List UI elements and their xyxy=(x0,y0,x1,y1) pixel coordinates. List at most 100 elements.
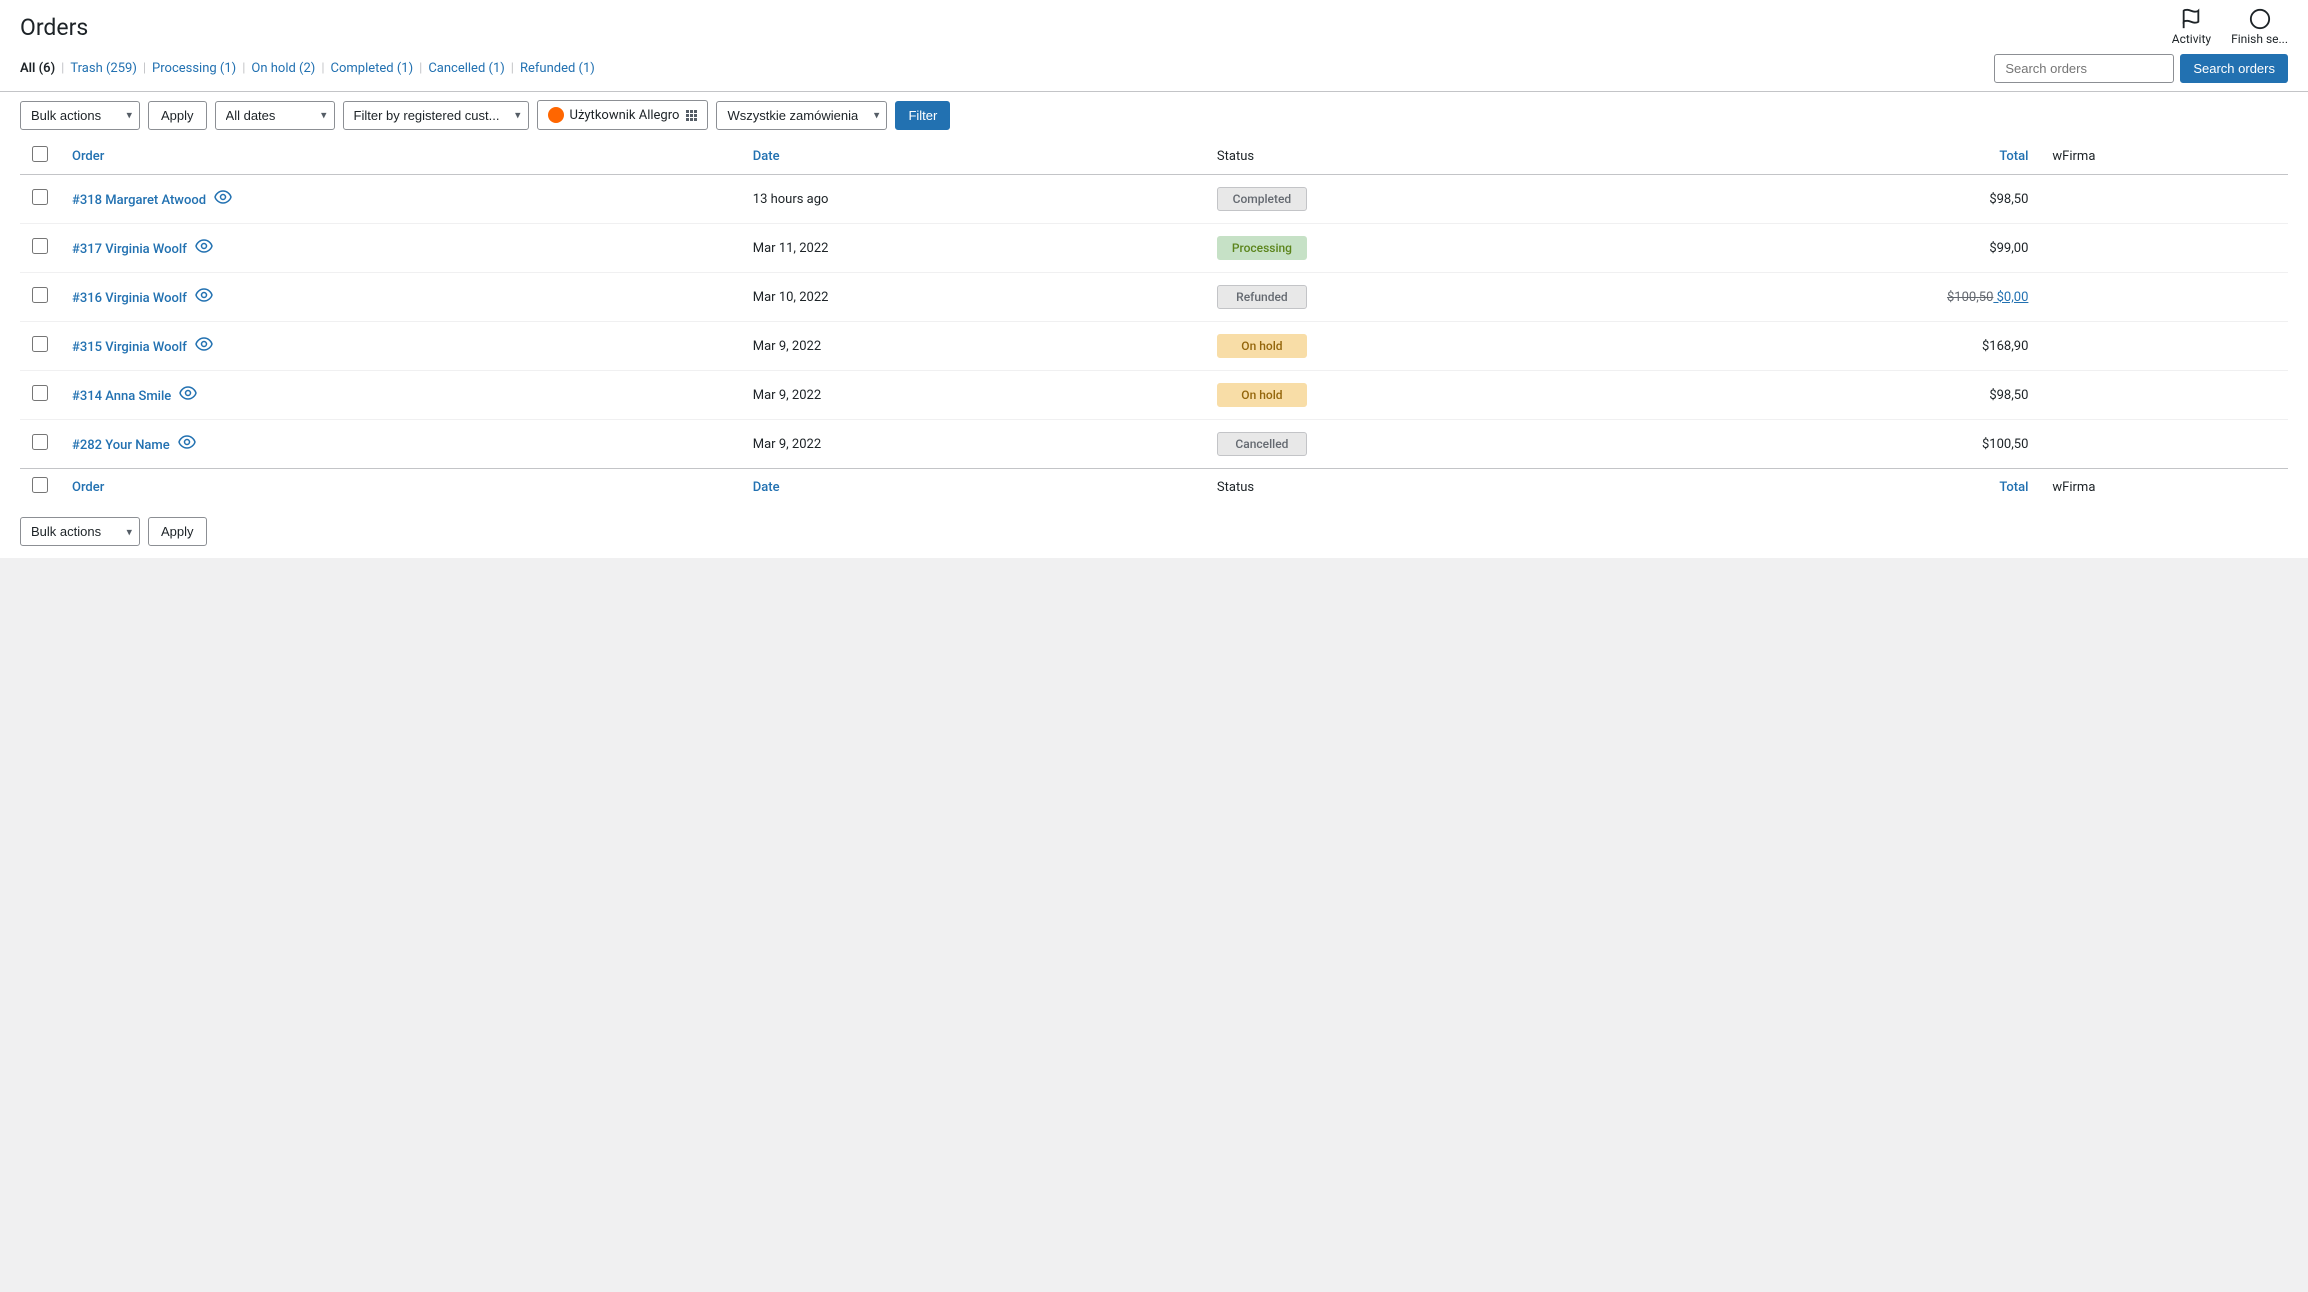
row-checkbox[interactable] xyxy=(32,434,48,450)
row-checkbox-cell xyxy=(20,322,60,371)
footer-order-link[interactable]: Order xyxy=(72,480,104,495)
status-badge: On hold xyxy=(1217,383,1307,407)
total-header-link[interactable]: Total xyxy=(1999,149,2028,164)
order-link[interactable]: #282 Your Name xyxy=(72,438,170,453)
order-cell: #316 Virginia Woolf xyxy=(60,273,741,322)
table-row: #317 Virginia WoolfMar 11, 2022Processin… xyxy=(20,224,2288,273)
row-checkbox-cell xyxy=(20,371,60,420)
date-cell: Mar 9, 2022 xyxy=(741,371,1205,420)
all-dates-select[interactable]: All dates xyxy=(215,101,335,130)
activity-button[interactable]: Activity xyxy=(2172,8,2211,46)
table-header-row: Order Date Status Total wFirma xyxy=(20,138,2288,175)
search-input[interactable] xyxy=(1994,54,2174,83)
finish-setup-button[interactable]: Finish se... xyxy=(2231,8,2288,46)
order-link[interactable]: #314 Anna Smile xyxy=(72,389,171,404)
view-order-icon[interactable] xyxy=(214,190,232,208)
total-cell: $100,50 $0,00 xyxy=(1669,273,2040,322)
total-cell: $100,50 xyxy=(1669,420,2040,469)
row-checkbox[interactable] xyxy=(32,189,48,205)
row-checkbox[interactable] xyxy=(32,336,48,352)
date-cell: Mar 10, 2022 xyxy=(741,273,1205,322)
filter-link-trash[interactable]: Trash (259) xyxy=(70,61,137,76)
footer-col-date[interactable]: Date xyxy=(741,469,1205,506)
table-row: #318 Margaret Atwood 13 hours ago Complete… xyxy=(20,175,2288,224)
filter-link-on-hold[interactable]: On hold (2) xyxy=(251,61,315,76)
total-original: $100,50 xyxy=(1947,290,1993,305)
status-cell: Cancelled xyxy=(1205,420,1669,469)
status-badge: Completed xyxy=(1217,187,1307,211)
filter-links: All (6) | Trash (259) | Processing (1) |… xyxy=(20,54,2288,83)
orders-tbody: #318 Margaret Atwood 13 hours ago Complete… xyxy=(20,175,2288,469)
wszystkie-select[interactable]: Wszystkie zamówienia xyxy=(716,101,887,130)
date-cell: Mar 11, 2022 xyxy=(741,224,1205,273)
allegro-selector[interactable]: Użytkownik Allegro xyxy=(537,100,709,130)
bulk-actions-wrapper: Bulk actions xyxy=(20,101,140,130)
separator-3: | xyxy=(242,61,245,76)
filter-link-completed[interactable]: Completed (1) xyxy=(331,61,414,76)
orders-table-container: Order Date Status Total wFirma #318 Marg… xyxy=(0,138,2308,505)
separator-2: | xyxy=(143,61,146,76)
view-order-icon[interactable] xyxy=(195,337,213,355)
page-header: Orders Activity Finish se... xyxy=(0,0,2308,54)
bulk-actions-bottom-wrapper: Bulk actions xyxy=(20,517,140,546)
order-link[interactable]: #317 Virginia Woolf xyxy=(72,242,187,257)
filter-link-cancelled[interactable]: Cancelled (1) xyxy=(428,61,504,76)
status-cell: Refunded xyxy=(1205,273,1669,322)
row-checkbox-cell xyxy=(20,175,60,224)
footer-col-total[interactable]: Total xyxy=(1669,469,2040,506)
view-order-icon[interactable] xyxy=(178,435,196,453)
apply-button-top[interactable]: Apply xyxy=(148,101,207,130)
filter-link-refunded[interactable]: Refunded (1) xyxy=(520,61,595,76)
date-header-link[interactable]: Date xyxy=(753,149,780,164)
filter-link-processing[interactable]: Processing (1) xyxy=(152,61,236,76)
status-badge: Refunded xyxy=(1217,285,1307,309)
customer-filter-select[interactable]: Filter by registered cust... xyxy=(343,101,529,130)
wfirma-cell xyxy=(2040,175,2288,224)
footer-col-wfirma: wFirma xyxy=(2040,469,2288,506)
view-order-icon[interactable] xyxy=(195,288,213,306)
footer-select-all-checkbox[interactable] xyxy=(32,477,48,493)
col-header-total[interactable]: Total xyxy=(1669,138,2040,175)
footer-col-order[interactable]: Order xyxy=(60,469,741,506)
status-cell: Completed xyxy=(1205,175,1669,224)
row-checkbox[interactable] xyxy=(32,385,48,401)
select-all-checkbox[interactable] xyxy=(32,146,48,162)
view-order-icon[interactable] xyxy=(195,239,213,257)
order-cell: #318 Margaret Atwood xyxy=(60,175,741,224)
view-order-icon[interactable] xyxy=(179,386,197,404)
grid-icon xyxy=(685,109,697,121)
status-cell: On hold xyxy=(1205,371,1669,420)
order-link[interactable]: #316 Virginia Woolf xyxy=(72,291,187,306)
apply-button-bottom[interactable]: Apply xyxy=(148,517,207,546)
total-cell: $99,00 xyxy=(1669,224,2040,273)
filter-button[interactable]: Filter xyxy=(895,101,950,130)
bulk-actions-bottom-select[interactable]: Bulk actions xyxy=(20,517,140,546)
page-title: Orders xyxy=(20,14,88,41)
bulk-actions-select[interactable]: Bulk actions xyxy=(20,101,140,130)
table-row: #315 Virginia WoolfMar 9, 2022On hold$16… xyxy=(20,322,2288,371)
order-link[interactable]: #318 Margaret Atwood xyxy=(72,193,206,208)
subheader: All (6) | Trash (259) | Processing (1) |… xyxy=(0,54,2308,92)
footer-total-link[interactable]: Total xyxy=(1999,480,2028,495)
order-cell: #282 Your Name xyxy=(60,420,741,469)
row-checkbox-cell xyxy=(20,224,60,273)
separator-4: | xyxy=(321,61,324,76)
col-header-order[interactable]: Order xyxy=(60,138,741,175)
wfirma-cell xyxy=(2040,322,2288,371)
table-row: #316 Virginia Woolf Mar 10, 2022 Refunded $… xyxy=(20,273,2288,322)
date-cell: 13 hours ago xyxy=(741,175,1205,224)
row-checkbox[interactable] xyxy=(32,287,48,303)
footer-col-status: Status xyxy=(1205,469,1669,506)
col-header-date[interactable]: Date xyxy=(741,138,1205,175)
search-orders-button[interactable]: Search orders xyxy=(2180,54,2288,83)
customer-filter-wrapper: Filter by registered cust... xyxy=(343,101,529,130)
order-header-link[interactable]: Order xyxy=(72,149,104,164)
select-all-header xyxy=(20,138,60,175)
footer-date-link[interactable]: Date xyxy=(753,480,780,495)
order-cell: #317 Virginia Woolf xyxy=(60,224,741,273)
order-cell: #314 Anna Smile xyxy=(60,371,741,420)
filter-link-all[interactable]: All (6) xyxy=(20,61,55,76)
total-discounted[interactable]: $0,00 xyxy=(1993,290,2028,305)
row-checkbox[interactable] xyxy=(32,238,48,254)
order-link[interactable]: #315 Virginia Woolf xyxy=(72,340,187,355)
